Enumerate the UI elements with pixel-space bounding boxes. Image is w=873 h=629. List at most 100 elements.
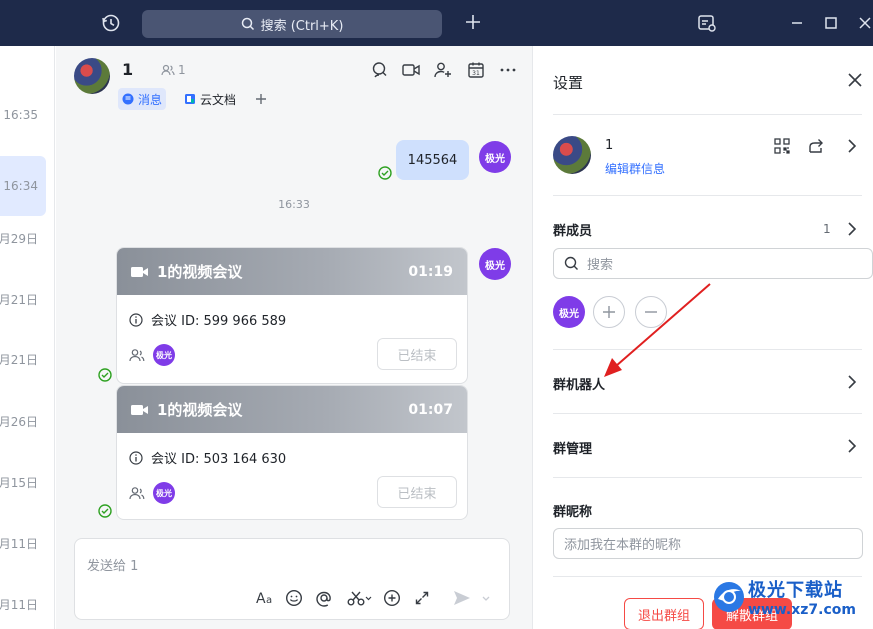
meeting-card[interactable]: 1的视频会议 01:07 会议 ID: 503 164 630 极光 已结束 <box>116 385 468 520</box>
chevron-right-icon[interactable] <box>845 374 859 390</box>
svg-text:31: 31 <box>472 70 480 77</box>
meeting-card-header: 1的视频会议 01:19 <box>117 248 467 295</box>
member-search-placeholder: 搜索 <box>587 258 614 273</box>
message-input[interactable]: 发送给 1 Aa <box>74 538 510 620</box>
tab-cloud-docs[interactable]: 云文档 <box>180 88 240 110</box>
global-search-box[interactable]: 搜索 (Ctrl+K) <box>142 10 442 38</box>
history-icon[interactable] <box>100 12 122 34</box>
info-icon <box>129 312 143 327</box>
conversation-item-time[interactable]: 月15日 <box>0 474 38 491</box>
screenshot-scissors-icon[interactable] <box>345 587 375 609</box>
add-member-button[interactable] <box>593 296 625 328</box>
tab-messages[interactable]: 消息 <box>118 88 167 110</box>
svg-text:A: A <box>256 591 266 606</box>
member-search-input[interactable]: 搜索 <box>553 248 873 279</box>
chat-panel: 1 1 31 消息 云文档 145564 极光 16:33 极光 1的视频会议 … <box>56 46 532 629</box>
text-format-icon[interactable]: Aa <box>255 587 277 609</box>
meeting-ended-button[interactable]: 已结束 <box>377 476 457 508</box>
qr-code-icon[interactable] <box>773 137 791 155</box>
conversation-item-time: 16:34 <box>3 179 38 193</box>
chevron-right-icon[interactable] <box>845 138 859 154</box>
settings-title: 设置 <box>553 74 584 92</box>
share-icon[interactable] <box>807 137 825 155</box>
group-members-label[interactable]: 群成员 <box>553 220 592 239</box>
meeting-duration: 01:07 <box>408 401 453 418</box>
group-nickname-input[interactable]: 添加我在本群的昵称 <box>553 528 863 559</box>
plus-icon[interactable] <box>462 11 484 33</box>
chat-group-name[interactable]: 1 <box>122 60 133 79</box>
conversation-item-time[interactable]: 月11日 <box>0 535 38 552</box>
meeting-title: 1的视频会议 <box>157 401 243 419</box>
leave-group-button[interactable]: 退出群组 <box>624 598 704 629</box>
emoji-icon[interactable] <box>283 587 305 609</box>
tab-label: 云文档 <box>200 92 237 107</box>
conversation-item-time[interactable]: 月21日 <box>0 351 38 368</box>
meeting-id: 会议 ID: 599 966 589 <box>151 314 287 329</box>
meeting-ended-button[interactable]: 已结束 <box>377 338 457 370</box>
member-count[interactable]: 1 <box>161 63 186 77</box>
video-camera-icon <box>131 404 148 415</box>
chevron-right-icon[interactable] <box>845 221 859 237</box>
chat-bubble-icon <box>122 93 134 105</box>
member-count-value: 1 <box>178 63 186 77</box>
video-camera-icon <box>131 266 148 277</box>
settings-group-name: 1 <box>605 138 614 153</box>
group-bot-label[interactable]: 群机器人 <box>553 374 605 393</box>
plus-icon <box>603 306 615 318</box>
participants-icon <box>129 349 145 362</box>
settings-group-avatar[interactable] <box>553 136 591 174</box>
minus-icon <box>645 311 657 313</box>
add-attachment-icon[interactable] <box>381 587 403 609</box>
notification-settings-icon[interactable] <box>696 12 718 34</box>
add-member-icon[interactable] <box>433 60 453 80</box>
svg-text:a: a <box>266 595 272 606</box>
expand-icon[interactable] <box>411 587 433 609</box>
group-members-count: 1 <box>823 222 831 236</box>
add-tab-icon[interactable] <box>252 90 270 108</box>
info-icon <box>129 450 143 465</box>
close-settings-icon[interactable] <box>845 70 865 90</box>
time-separator: 16:33 <box>278 198 310 211</box>
video-call-icon[interactable] <box>401 60 421 80</box>
meeting-card[interactable]: 1的视频会议 01:19 会议 ID: 599 966 589 极光 已结束 <box>116 247 468 384</box>
conversation-item-time[interactable]: 月29日 <box>0 230 38 247</box>
divider <box>553 114 862 115</box>
read-check-icon <box>378 166 392 180</box>
message-input-placeholder: 发送给 1 <box>87 559 139 574</box>
meeting-id-row: 会议 ID: 599 966 589 <box>129 310 286 329</box>
conversation-item-time[interactable]: 16:35 <box>3 108 38 122</box>
divider <box>553 413 862 414</box>
group-management-label[interactable]: 群管理 <box>553 438 592 457</box>
sender-avatar[interactable]: 极光 <box>479 141 511 173</box>
participant-avatar[interactable]: 极光 <box>153 482 175 504</box>
conversation-item-time[interactable]: 月26日 <box>0 413 38 430</box>
watermark-url: www.xz7.com <box>748 602 856 618</box>
send-options-chevron-icon[interactable] <box>479 587 493 609</box>
tab-label: 消息 <box>138 92 163 107</box>
conversation-item-time[interactable]: 月11日 <box>0 596 38 613</box>
participant-avatar[interactable]: 极光 <box>153 344 175 366</box>
members-icon <box>161 64 175 76</box>
remove-member-button[interactable] <box>635 296 667 328</box>
chevron-right-icon[interactable] <box>845 438 859 454</box>
calendar-icon[interactable]: 31 <box>466 60 486 80</box>
minimize-icon[interactable] <box>786 12 808 34</box>
conversation-list: 16:35 16:34 月29日 月21日 月21日 月26日 月15日 月11… <box>0 46 55 629</box>
more-options-icon[interactable] <box>498 60 518 80</box>
conversation-item-active[interactable]: 16:34 <box>0 156 46 216</box>
sender-avatar[interactable]: 极光 <box>479 248 511 280</box>
group-avatar[interactable] <box>74 58 110 94</box>
conversation-item-time[interactable]: 月21日 <box>0 291 38 308</box>
mention-icon[interactable] <box>313 587 335 609</box>
chat-search-icon[interactable] <box>370 60 390 80</box>
edit-group-info-link[interactable]: 编辑群信息 <box>605 160 665 177</box>
search-placeholder: 搜索 (Ctrl+K) <box>260 18 344 34</box>
send-icon[interactable] <box>451 587 473 609</box>
meeting-id: 会议 ID: 503 164 630 <box>151 452 287 467</box>
message-bubble[interactable]: 145564 <box>396 140 469 180</box>
member-avatar[interactable]: 极光 <box>553 296 585 328</box>
maximize-icon[interactable] <box>820 12 842 34</box>
settings-panel: 设置 1 编辑群信息 群成员 1 搜索 极光 群机器人 群管理 群昵称 添加我在… <box>532 46 873 629</box>
close-window-icon[interactable] <box>854 12 873 34</box>
meeting-id-row: 会议 ID: 503 164 630 <box>129 448 286 467</box>
